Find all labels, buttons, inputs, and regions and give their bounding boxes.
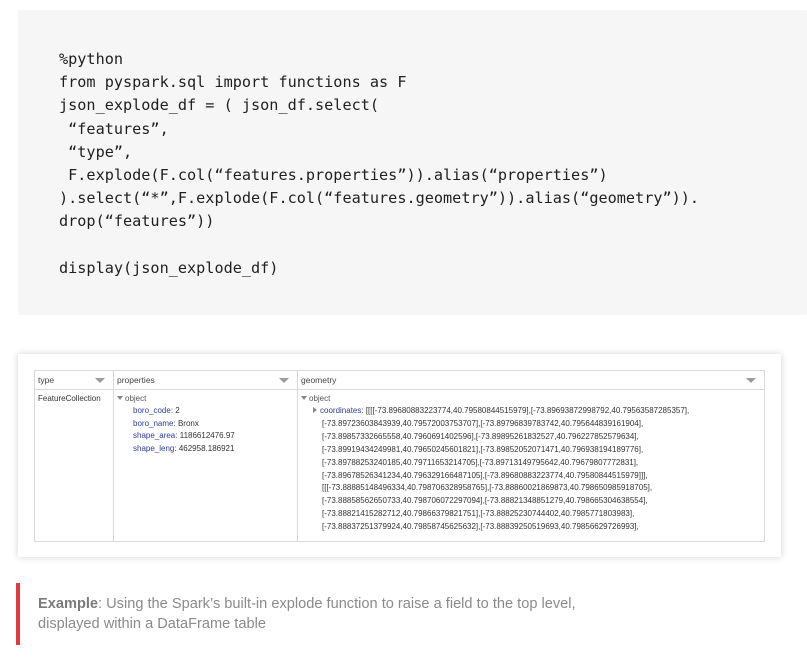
code-text: %python from pyspark.sql import function… [59,50,700,277]
coordinates-line: [-73.88821415282712,40.79866379821751],[… [322,509,635,519]
column-header-geometry[interactable]: geometry [298,371,764,390]
object-label: object [125,394,147,403]
dataframe-table-card: type FeatureCollection properties object… [18,354,781,557]
coordinates-line: [-73.88858562650733,40.798706072297094],… [322,496,648,506]
property-key: shape_leng [133,444,175,454]
coordinates-block: coordinates: [[[[-73.89680883223774,40.7… [301,405,764,534]
coordinates-line: [-73.89723603843939,40.79572003753707],[… [322,418,644,428]
type-value: FeatureCollection [38,394,101,403]
cell-geometry: object coordinates: [[[[-73.896808832237… [298,390,764,534]
figure-caption: Example: Using the Spark’s built-in expl… [16,583,576,645]
column-properties: properties object boro_code: 2 boro_name… [114,371,298,541]
dataframe-table: type FeatureCollection properties object… [34,370,765,542]
code-block: %python from pyspark.sql import function… [18,10,807,315]
coordinates-key: coordinates [320,406,362,415]
property-key: shape_area [133,431,176,441]
coordinates-line: [-73.89788253240185,40.79711653214705],[… [322,457,639,467]
property-row: shape_area: 1186612476.97 [133,431,235,441]
property-key: boro_name [133,418,174,428]
collapse-triangle-icon[interactable] [301,396,307,400]
coordinates-line: [[[[-73.89680883223774,40.79580844515979… [365,406,690,415]
property-value: 2 [175,406,180,415]
properties-object-toggle[interactable]: object [117,393,297,405]
sort-triangle-icon[interactable] [746,378,756,383]
property-row: boro_name: Bronx [133,418,199,428]
coordinates-line: [-73.89919434249981,40.79650245601821],[… [322,444,644,454]
column-header-label: type [38,375,55,385]
coordinates-line: [-73.89678526341234,40.796329166487105],… [322,470,648,480]
sort-triangle-icon[interactable] [279,378,289,383]
column-geometry: geometry object coordinates: [[[[-73.896… [298,371,764,541]
object-label: object [309,394,331,403]
expand-triangle-icon[interactable] [313,407,317,413]
column-header-label: properties [117,375,155,385]
cell-properties: object boro_code: 2 boro_name: Bronx sha… [114,390,297,456]
caption-label: Example [38,596,99,612]
coordinates-toggle[interactable]: coordinates: [[[[-73.89680883223774,40.7… [301,405,764,418]
caption-text: : Using the Spark’s built-in explode fun… [38,596,576,632]
column-header-type[interactable]: type [35,371,113,390]
cell-type: FeatureCollection [35,390,113,403]
property-row: shape_leng: 462958.186921 [133,444,235,454]
coordinates-line: [-73.88837251379924,40.79858745625632],[… [322,522,639,532]
coordinates-line: [[[-73.88885148496334,40.798706328958765… [322,483,653,493]
column-type: type FeatureCollection [35,371,114,541]
sort-triangle-icon[interactable] [95,378,105,383]
collapse-triangle-icon[interactable] [117,396,123,400]
coordinates-line: [-73.89857332665558,40.7960691402596],[-… [322,431,639,441]
property-value: Bronx [177,418,199,428]
property-value: 462958.186921 [178,444,235,454]
property-key: boro_code [133,406,171,415]
column-header-label: geometry [301,375,337,385]
property-value: 1186612476.97 [179,431,235,441]
property-row: boro_code: 2 [133,406,180,415]
column-header-properties[interactable]: properties [114,371,297,390]
geometry-object-toggle[interactable]: object [301,393,764,405]
